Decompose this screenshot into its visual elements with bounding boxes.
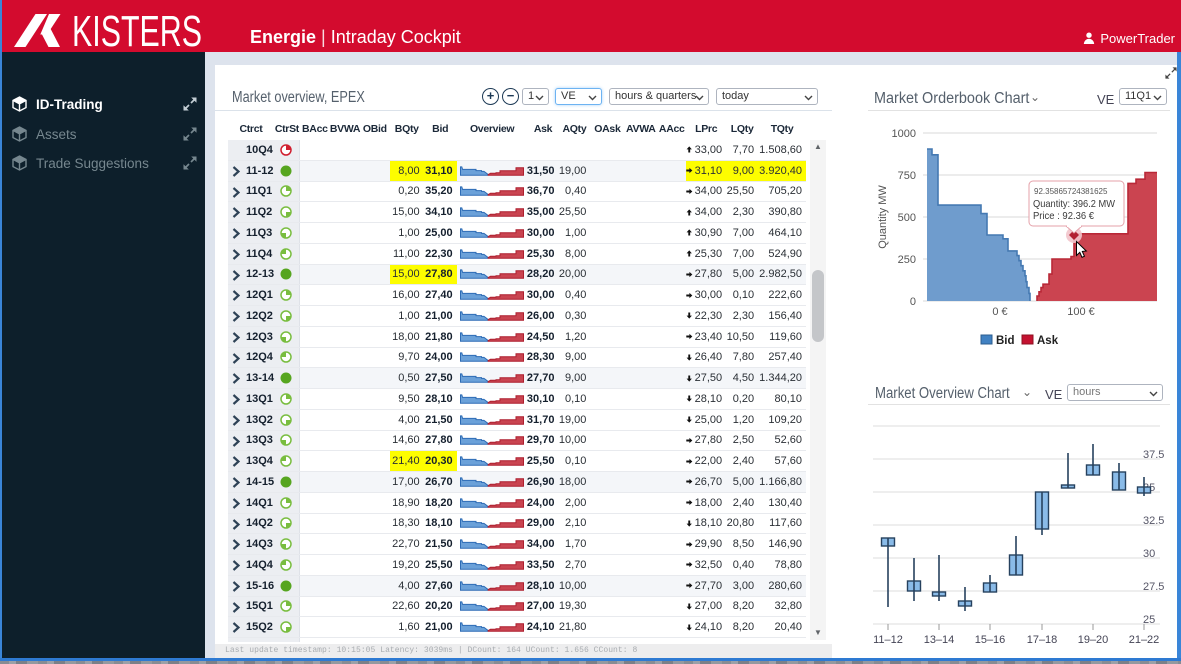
svg-text:15–16: 15–16 [975, 634, 1006, 646]
svg-text:17–18: 17–18 [1027, 634, 1058, 646]
svg-text:19–20: 19–20 [1078, 634, 1109, 646]
svg-text:32.5: 32.5 [1143, 515, 1164, 527]
svg-text:30: 30 [1143, 548, 1155, 560]
svg-text:25: 25 [1143, 614, 1155, 626]
svg-text:21–22: 21–22 [1129, 634, 1160, 646]
svg-text:13–14: 13–14 [924, 634, 955, 646]
svg-text:27.5: 27.5 [1143, 581, 1164, 593]
svg-text:37.5: 37.5 [1143, 449, 1164, 461]
svg-text:11–12: 11–12 [873, 634, 903, 646]
